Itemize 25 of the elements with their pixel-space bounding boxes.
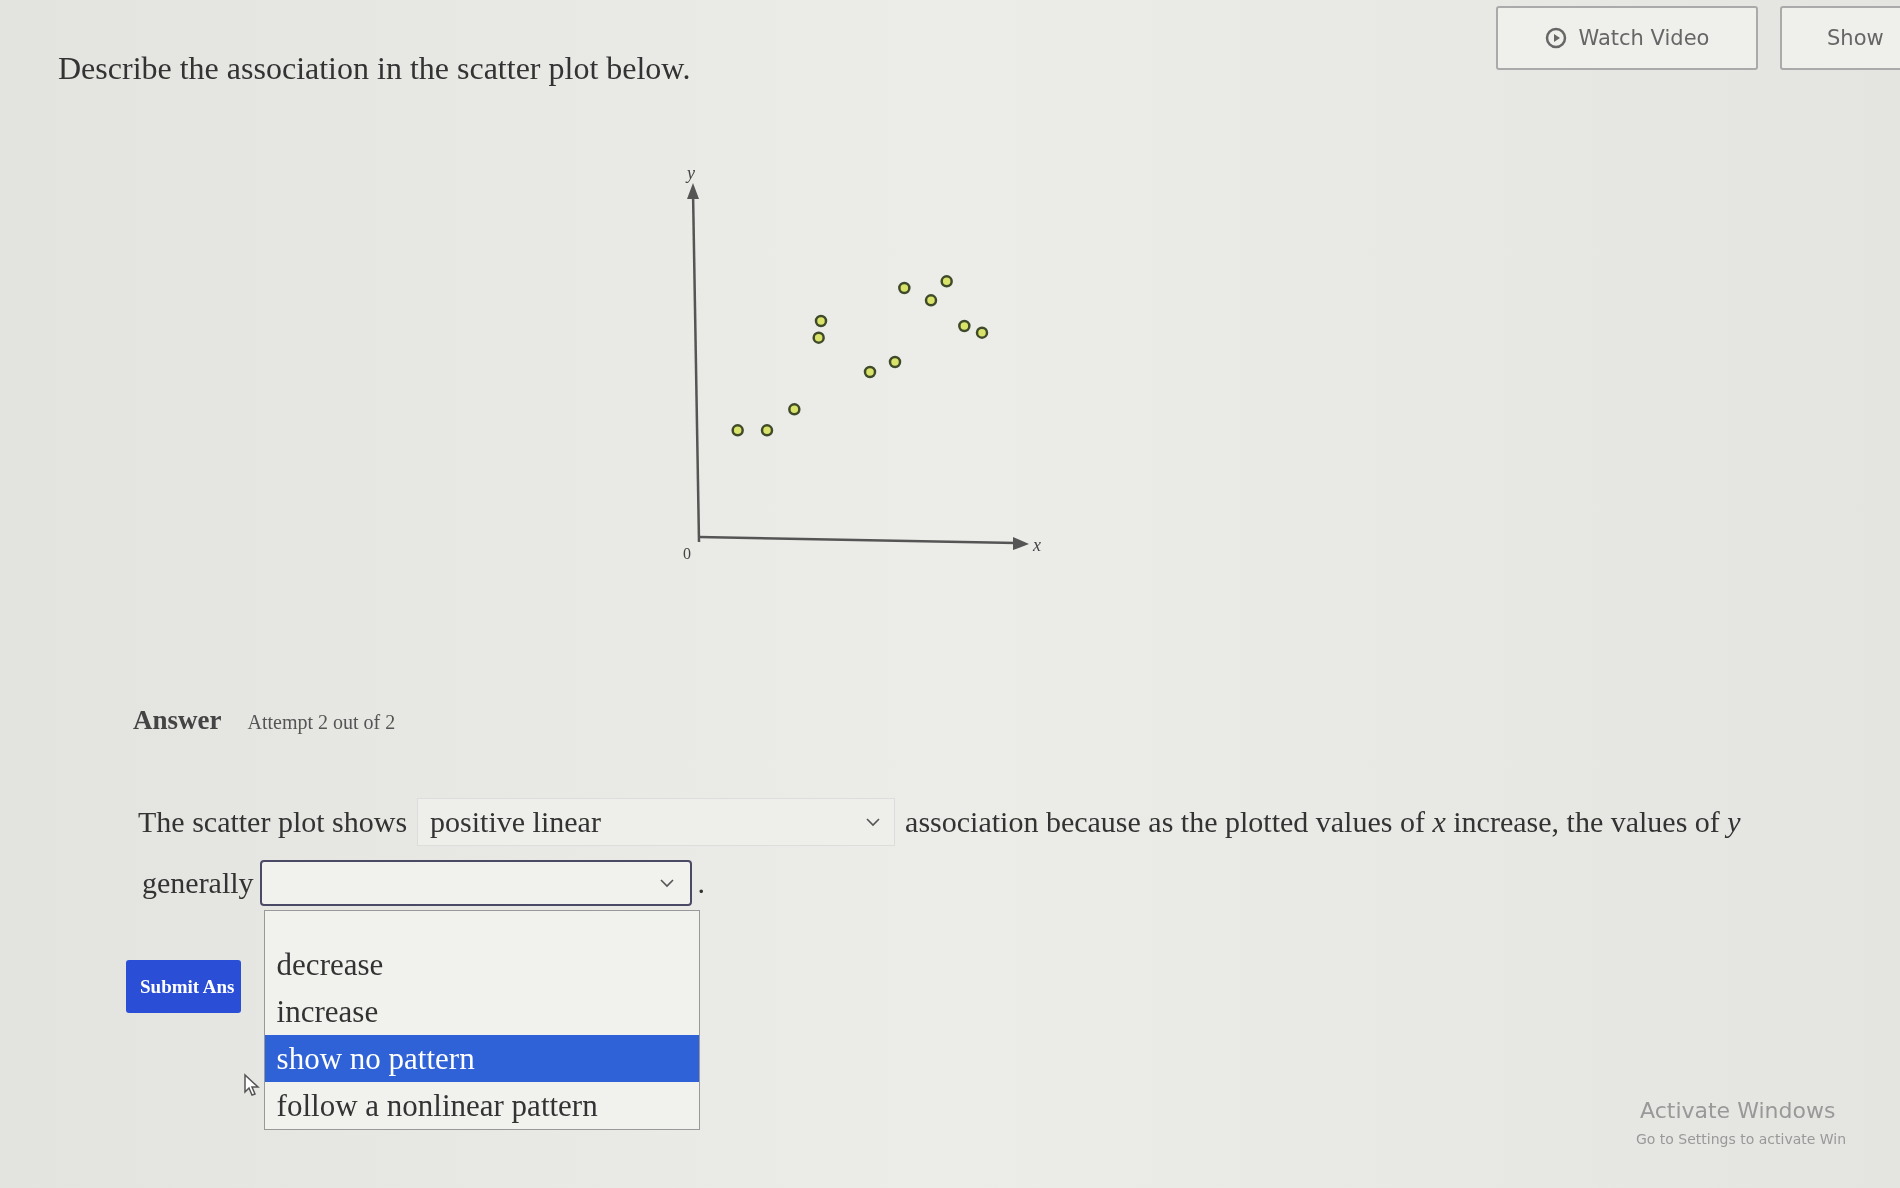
period-text: . bbox=[697, 866, 706, 900]
dropdown-option[interactable]: follow a nonlinear pattern bbox=[264, 1082, 699, 1129]
sentence-text: association because as the plotted values of x increase, the values of y bbox=[905, 805, 1741, 839]
association-dropdown[interactable]: positive linear bbox=[417, 798, 896, 846]
submit-button[interactable]: Submit Ans bbox=[126, 960, 241, 1013]
chevron-down-icon bbox=[659, 878, 674, 888]
trend-dropdown[interactable] bbox=[259, 860, 692, 906]
header-button[interactable]: Show bbox=[1780, 6, 1900, 70]
question-text: Describe the association in the scatter plot below. bbox=[58, 50, 691, 87]
dropdown-option[interactable]: increase bbox=[264, 988, 699, 1035]
dropdown-option[interactable]: decrease bbox=[264, 941, 699, 988]
sentence-text: generally bbox=[142, 866, 254, 900]
dropdown-option[interactable]: show no pattern bbox=[264, 1035, 699, 1082]
play-circle-icon bbox=[1544, 27, 1567, 49]
origin-label: 0 bbox=[683, 545, 691, 562]
chevron-down-icon bbox=[866, 817, 881, 827]
activate-windows-title: Activate Windows bbox=[1640, 1098, 1837, 1123]
mouse-cursor-icon bbox=[243, 1073, 261, 1097]
header-button[interactable]: Watch Video bbox=[1496, 6, 1758, 70]
answer-heading: Answer bbox=[133, 705, 222, 736]
x-axis-label: x bbox=[1033, 535, 1041, 555]
attempt-counter: Attempt 2 out of 2 bbox=[247, 711, 396, 734]
y-axis-label: y bbox=[687, 163, 695, 183]
activate-windows-subtitle: Go to Settings to activate Win bbox=[1636, 1131, 1847, 1147]
sentence-text: The scatter plot shows bbox=[138, 805, 408, 839]
